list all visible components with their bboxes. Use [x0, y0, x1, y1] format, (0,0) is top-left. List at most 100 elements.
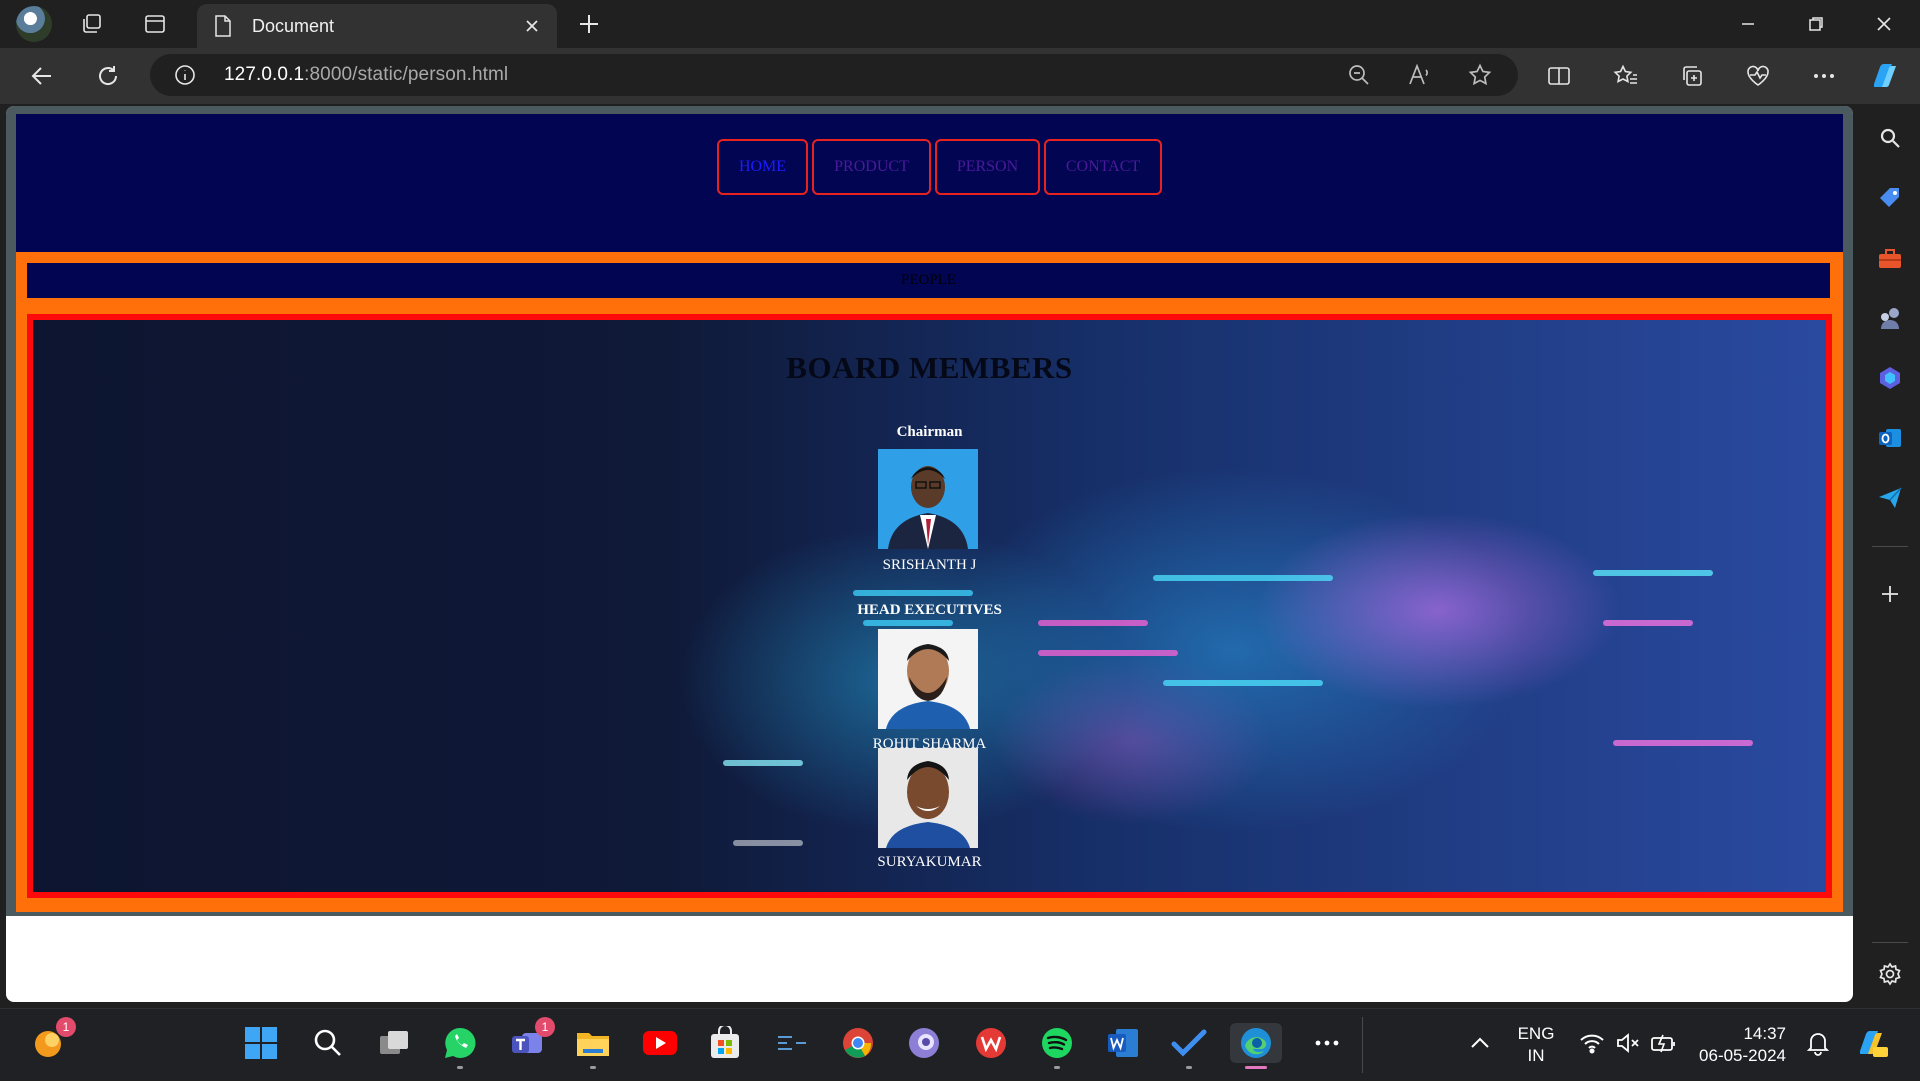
sidebar-divider [1872, 546, 1908, 547]
volume-muted-icon[interactable] [1608, 1023, 1648, 1063]
todo-icon[interactable] [1169, 1023, 1209, 1069]
edge-taskbar-icon[interactable] [1230, 1023, 1282, 1069]
url-host: 127.0.0.1 [224, 64, 305, 85]
start-icon[interactable] [241, 1023, 281, 1063]
teams-badge: 1 [535, 1017, 555, 1037]
clock-date: 06-05-2024 [1699, 1046, 1786, 1065]
copilot-icon[interactable] [1868, 60, 1900, 92]
board-members-section: BOARD MEMBERS Chairman SRISHANTH J HEAD … [27, 314, 1832, 898]
word-icon[interactable] [1103, 1023, 1143, 1063]
nav-product[interactable]: PRODUCT [812, 139, 931, 195]
wps-office-icon[interactable] [971, 1023, 1011, 1063]
site-nav: HOME PRODUCT PERSON CONTACT [16, 139, 1853, 195]
read-aloud-icon[interactable] [1407, 62, 1433, 88]
search-taskbar-icon[interactable] [308, 1023, 348, 1063]
taskbar-overflow-icon[interactable] [1307, 1023, 1347, 1063]
nav-home[interactable]: HOME [717, 139, 808, 195]
running-indicator [590, 1066, 596, 1069]
people-section: PEOPLE [16, 252, 1843, 306]
edge-sidebar [1860, 106, 1920, 1006]
running-indicator [1054, 1066, 1060, 1069]
spotify-icon[interactable] [1037, 1023, 1077, 1069]
url-text[interactable]: 127.0.0.1:8000/static/person.html [224, 64, 508, 86]
widgets-badge: 1 [56, 1017, 76, 1037]
close-tab-icon[interactable] [520, 14, 544, 38]
tools-icon[interactable] [1874, 242, 1906, 274]
send-icon[interactable] [1874, 482, 1906, 514]
board-title: BOARD MEMBERS [786, 350, 1073, 385]
close-window-icon[interactable] [1864, 8, 1904, 40]
bg-streak [853, 590, 973, 596]
browser-toolbar: 127.0.0.1:8000/static/person.html [0, 48, 1920, 104]
nav-contact[interactable]: CONTACT [1044, 139, 1162, 195]
search-icon[interactable] [1874, 122, 1906, 154]
file-explorer-icon[interactable] [573, 1023, 613, 1069]
bg-streak [1038, 620, 1148, 626]
address-bar[interactable]: 127.0.0.1:8000/static/person.html [150, 54, 1518, 96]
tab-title: Document [252, 16, 335, 36]
copilot-preview-icon[interactable] [1852, 1023, 1892, 1063]
favorite-star-icon[interactable] [1467, 62, 1493, 88]
active-tab[interactable]: Document [197, 4, 557, 48]
chrome-icon[interactable] [838, 1023, 878, 1063]
zoom-icon[interactable] [1346, 62, 1372, 88]
site-info-icon[interactable] [174, 64, 196, 86]
teams-icon[interactable]: 1 [507, 1017, 555, 1063]
youtube-icon[interactable] [640, 1023, 680, 1063]
chairman-photo [877, 449, 978, 549]
sidebar-divider [1872, 942, 1908, 943]
copilot-app-icon[interactable] [1874, 362, 1906, 394]
workspaces-icon[interactable] [76, 8, 108, 40]
chairman-label: Chairman [896, 424, 963, 440]
executive-name-2: SURYAKUMAR [877, 854, 982, 870]
restore-icon[interactable] [1796, 8, 1836, 40]
add-app-icon[interactable] [1874, 578, 1906, 610]
vertical-tabs-icon[interactable] [139, 8, 171, 40]
bg-streak [723, 760, 803, 766]
terminal-app-icon[interactable] [772, 1023, 812, 1063]
minimize-icon[interactable] [1728, 8, 1768, 40]
language-code: ENG [1517, 1024, 1555, 1043]
active-indicator [1245, 1066, 1267, 1069]
document-icon [215, 15, 231, 37]
browser-essentials-icon[interactable] [1742, 60, 1774, 92]
page-background: HOME PRODUCT PERSON CONTACT PEOPLE BOARD… [6, 106, 1853, 916]
widgets-icon[interactable]: 1 [28, 1017, 76, 1063]
url-path: :8000/static/person.html [304, 64, 509, 85]
wifi-icon[interactable] [1572, 1023, 1612, 1063]
microsoft-store-icon[interactable] [705, 1023, 745, 1063]
outlook-icon[interactable] [1874, 422, 1906, 454]
clock-time: 14:37 [1743, 1024, 1786, 1043]
whatsapp-icon[interactable] [440, 1023, 480, 1069]
site-header: HOME PRODUCT PERSON CONTACT [16, 114, 1843, 252]
title-bar: Document [0, 0, 1920, 48]
task-view-icon[interactable] [374, 1023, 414, 1063]
back-icon[interactable] [26, 60, 58, 92]
battery-charging-icon[interactable] [1644, 1023, 1684, 1063]
refresh-icon[interactable] [92, 60, 124, 92]
profile-browser-icon[interactable] [904, 1023, 944, 1063]
running-indicator [1186, 1066, 1192, 1069]
board-frame: BOARD MEMBERS Chairman SRISHANTH J HEAD … [16, 306, 1843, 912]
clock[interactable]: 14:37 06-05-2024 [1690, 1023, 1786, 1067]
show-hidden-icons-chevron[interactable] [1460, 1023, 1500, 1063]
profile-avatar[interactable] [16, 6, 52, 42]
bg-streak [863, 620, 953, 626]
shopping-tag-icon[interactable] [1874, 182, 1906, 214]
running-indicator [457, 1066, 463, 1069]
executive-photo-1 [877, 629, 978, 729]
more-menu-icon[interactable] [1808, 60, 1840, 92]
input-language-indicator[interactable]: ENG IN [1512, 1023, 1560, 1067]
favorites-icon[interactable] [1610, 60, 1642, 92]
bg-streak [733, 840, 803, 846]
new-tab-icon[interactable] [575, 10, 603, 38]
settings-gear-icon[interactable] [1874, 958, 1906, 990]
games-icon[interactable] [1874, 302, 1906, 334]
windows-taskbar: 1 1 ENG IN 14:37 06-05-2024 [0, 1008, 1920, 1081]
split-screen-icon[interactable] [1543, 60, 1575, 92]
notification-icon[interactable] [1798, 1023, 1838, 1063]
nav-person[interactable]: PERSON [935, 139, 1040, 195]
bg-streak [1153, 575, 1333, 581]
collections-icon[interactable] [1676, 60, 1708, 92]
executive-photo-2 [877, 748, 978, 848]
